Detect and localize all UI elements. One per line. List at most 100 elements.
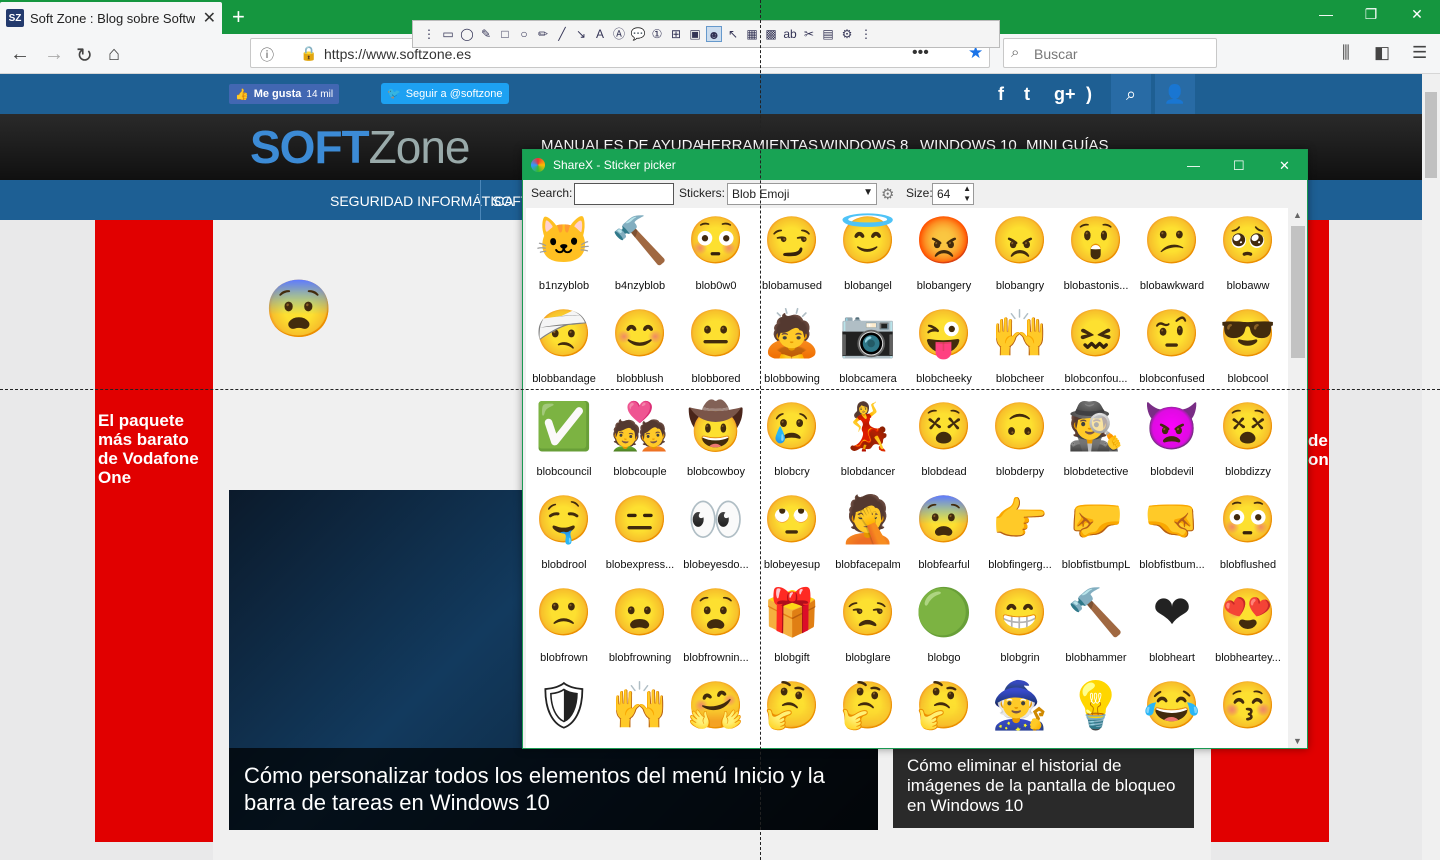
sticker-cell[interactable]: 🛡 [526, 673, 602, 748]
article-title-2[interactable]: Cómo eliminar el historial de imágenes d… [907, 756, 1187, 816]
sticker-cell[interactable]: 🐱 b1nzyblob [526, 208, 602, 301]
sticker-cell[interactable]: 😍 blobheartey... [1210, 580, 1286, 673]
blur-icon[interactable]: ▦ [744, 26, 760, 42]
step-icon[interactable]: ① [649, 26, 665, 42]
speech-balloon-icon[interactable]: 💬 [630, 26, 646, 42]
line-icon[interactable]: ╱ [554, 26, 570, 42]
sticker-cell[interactable]: 🤔 [830, 673, 906, 748]
magnify-icon[interactable]: ⊞ [668, 26, 684, 42]
text-box-icon[interactable]: Ⓐ [611, 26, 627, 42]
sticker-cell[interactable]: 👀 blobeyesdo... [678, 487, 754, 580]
facebook-icon[interactable]: f [998, 84, 1004, 105]
twitter-follow-button[interactable]: 🐦 Seguir a @softzone [381, 83, 509, 104]
site-search-icon[interactable]: ⌕ [1111, 74, 1151, 114]
sticker-cell[interactable]: 😳 blob0w0 [678, 208, 754, 301]
rectangle-icon[interactable]: ▭ [440, 26, 456, 42]
sticker-cell[interactable]: 🤜 blobfistbum... [1134, 487, 1210, 580]
arrow-icon[interactable]: ↘ [573, 26, 589, 42]
sticker-cell[interactable]: 😖 blobconfou... [1058, 301, 1134, 394]
sticker-cell[interactable]: 🙇 blobbowing [754, 301, 830, 394]
freehand-icon[interactable]: ✎ [478, 26, 494, 42]
toolbar-more-icon[interactable]: ⋮ [858, 26, 874, 42]
sticker-cell[interactable]: 🔨 blobhammer [1058, 580, 1134, 673]
sticker-cell[interactable]: 🙌 blobcheer [982, 301, 1058, 394]
ad-left-text[interactable]: El paquete más barato de Vodafone One [98, 411, 213, 487]
info-icon[interactable]: ⓘ [260, 45, 274, 65]
sticker-cell[interactable]: ✅ blobcouncil [526, 394, 602, 487]
article-title[interactable]: Cómo personalizar todos los elementos de… [244, 762, 874, 816]
sticker-cell[interactable]: 😨 blobfearful [906, 487, 982, 580]
sticker-cell[interactable]: 😠 blobangry [982, 208, 1058, 301]
sticker-cell[interactable]: 📷 blobcamera [830, 301, 906, 394]
sticker-cell[interactable]: 🤗 [678, 673, 754, 748]
reload-icon[interactable]: ↻ [76, 43, 93, 68]
ellipse-icon[interactable]: ◯ [459, 26, 475, 42]
pixelate-icon[interactable]: ▩ [763, 26, 779, 42]
placed-sticker-fearful-icon[interactable]: 😨 [264, 276, 334, 342]
sticker-cell[interactable]: 🤠 blobcowboy [678, 394, 754, 487]
ad-right-text[interactable]: de one [1308, 431, 1328, 469]
sticker-search-input[interactable] [574, 183, 674, 205]
sticker-cell[interactable]: 💃 blobdancer [830, 394, 906, 487]
highlight-icon[interactable]: ab [782, 26, 798, 42]
sticker-cell[interactable]: 🤔 [906, 673, 982, 748]
sticker-cell[interactable]: 😕 blobawkward [1134, 208, 1210, 301]
circle-tool-icon[interactable]: ○ [516, 26, 532, 42]
sticker-cell[interactable]: 😚 [1210, 673, 1286, 748]
sticker-cell[interactable]: 🤔 [754, 673, 830, 748]
sticker-pack-select[interactable]: Blob Emoji ▼ [727, 183, 877, 205]
close-window-icon[interactable]: ✕ [1394, 6, 1440, 23]
text-icon[interactable]: A [592, 26, 608, 42]
sticker-cell[interactable]: ❤ blobheart [1134, 580, 1210, 673]
facebook-like-button[interactable]: 👍 Me gusta 14 mil [229, 84, 339, 104]
gear-icon[interactable]: ⚙ [881, 185, 894, 203]
sticker-cell[interactable]: 🧙 [982, 673, 1058, 748]
sticker-cell[interactable]: 😏 blobamused [754, 208, 830, 301]
sticker-cell[interactable]: 😢 blobcry [754, 394, 830, 487]
sticker-cell[interactable]: 🤨 blobconfused [1134, 301, 1210, 394]
sticker-cell[interactable]: 🙃 blobderpy [982, 394, 1058, 487]
sticker-cell[interactable]: 😎 blobcool [1210, 301, 1286, 394]
size-stepper[interactable]: 64 ▲ ▼ [932, 183, 974, 205]
sx-close-icon[interactable]: ✕ [1279, 158, 1290, 174]
capture-icon[interactable]: ▤ [820, 26, 836, 42]
back-icon[interactable]: ← [10, 43, 30, 66]
sticker-cell[interactable]: 🕵 blobdetective [1058, 394, 1134, 487]
sticker-cell[interactable]: 😲 blobastonis... [1058, 208, 1134, 301]
rss-icon[interactable]: ) [1086, 84, 1092, 105]
sticker-cell[interactable]: 🙄 blobeyesup [754, 487, 830, 580]
page-scrollbar[interactable] [1422, 74, 1440, 860]
drag-handle-icon[interactable]: ⋮ [421, 26, 437, 42]
page-scroll-thumb[interactable] [1425, 92, 1437, 178]
home-icon[interactable]: ⌂ [108, 43, 120, 66]
sticker-cell[interactable]: 😐 blobbored [678, 301, 754, 394]
sticker-cell[interactable]: 🤛 blobfistbumpL [1058, 487, 1134, 580]
image-icon[interactable]: ▣ [687, 26, 703, 42]
sticker-cell[interactable]: 👉 blobfingerg... [982, 487, 1058, 580]
sticker-cell[interactable]: 🟢 blobgo [906, 580, 982, 673]
sticker-cell[interactable]: 😧 blobfrownin... [678, 580, 754, 673]
sticker-scroll-thumb[interactable] [1291, 226, 1305, 358]
sticker-cell[interactable]: 😳 blobflushed [1210, 487, 1286, 580]
site-logo[interactable]: SOFTZone [250, 120, 471, 174]
settings-icon[interactable]: ⚙ [839, 26, 855, 42]
sticker-cell[interactable]: 😵 blobdizzy [1210, 394, 1286, 487]
menu-icon[interactable]: ☰ [1412, 43, 1427, 63]
sticker-cell[interactable]: 💡 [1058, 673, 1134, 748]
search-placeholder[interactable]: Buscar [1034, 46, 1078, 62]
sticker-cell[interactable]: 🥺 blobaww [1210, 208, 1286, 301]
close-tab-icon[interactable]: ✕ [203, 8, 216, 28]
ad-left[interactable] [95, 220, 213, 842]
sidebar-icon[interactable]: ◧ [1374, 43, 1390, 63]
minimize-icon[interactable]: — [1303, 6, 1349, 22]
sticker-cell[interactable]: 😜 blobcheeky [906, 301, 982, 394]
sticker-cell[interactable]: 🤤 blobdrool [526, 487, 602, 580]
sticker-cell[interactable]: 😵 blobdead [906, 394, 982, 487]
rectangle-tool-icon[interactable]: □ [497, 26, 513, 42]
sticker-cell[interactable]: 😊 blobblush [602, 301, 678, 394]
sticker-cell[interactable]: 😂 [1134, 673, 1210, 748]
menu-item[interactable]: SEGURIDAD INFORMÁTICA [330, 193, 514, 209]
sticker-cell[interactable]: 👿 blobdevil [1134, 394, 1210, 487]
sticker-icon[interactable]: ☻ [706, 26, 722, 42]
sticker-cell[interactable]: 🙌 [602, 673, 678, 748]
